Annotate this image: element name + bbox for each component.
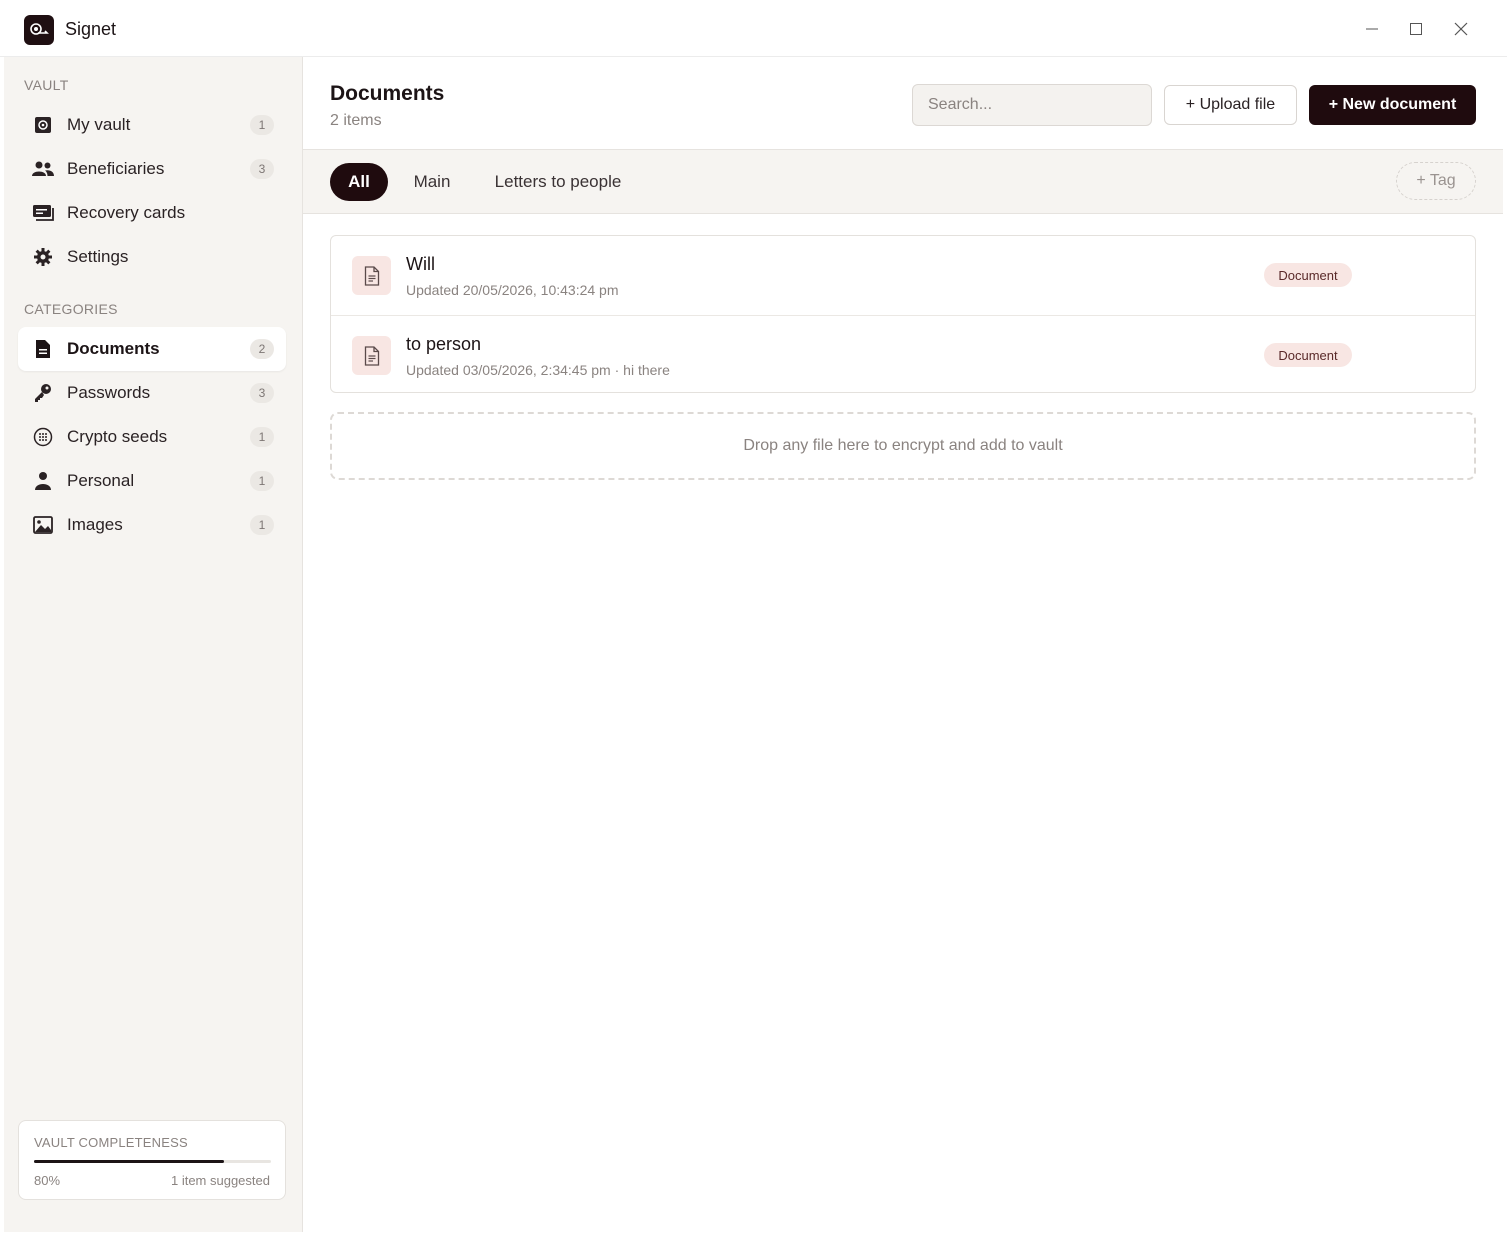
cards-icon bbox=[32, 202, 54, 224]
document-list: Will Updated 20/05/2026, 10:43:24 pm Doc… bbox=[330, 235, 1476, 393]
sidebar-item-label: Settings bbox=[67, 247, 129, 266]
completeness-percent: 80% bbox=[34, 1173, 61, 1188]
tab-main[interactable]: Main bbox=[402, 163, 462, 201]
upload-file-button[interactable]: + Upload file bbox=[1164, 85, 1297, 125]
title-bar: Signet bbox=[0, 0, 1507, 57]
sidebar-item-personal[interactable]: Personal 1 bbox=[18, 459, 286, 503]
completeness-suggestion[interactable]: 1 item suggested bbox=[171, 1173, 270, 1188]
file-dropzone[interactable]: Drop any file here to encrypt and add to… bbox=[330, 412, 1476, 480]
document-meta: Updated 20/05/2026, 10:43:24 pm bbox=[406, 282, 619, 298]
categories-section-label: CATEGORIES bbox=[24, 301, 118, 317]
sidebar-item-label: Crypto seeds bbox=[67, 427, 168, 446]
page-title: Documents bbox=[330, 82, 445, 105]
item-count: 2 items bbox=[330, 112, 382, 129]
app-title: Signet bbox=[65, 19, 117, 39]
document-file-icon bbox=[352, 336, 391, 375]
sidebar-item-images[interactable]: Images 1 bbox=[18, 503, 286, 547]
list-item[interactable]: Will Updated 20/05/2026, 10:43:24 pm Doc… bbox=[331, 236, 1475, 315]
vault-completeness-card: VAULT COMPLETENESS 80% 1 item suggested bbox=[18, 1120, 286, 1200]
tab-all[interactable]: All bbox=[330, 163, 388, 201]
document-title: to person bbox=[406, 334, 482, 354]
sidebar-item-settings[interactable]: Settings bbox=[18, 235, 286, 279]
sidebar-item-label: Personal bbox=[67, 471, 135, 490]
completeness-progress-bar bbox=[34, 1160, 271, 1163]
count-badge: 1 bbox=[250, 515, 274, 535]
document-meta: Updated 03/05/2026, 2:34:45 pm · hi ther… bbox=[406, 362, 670, 378]
count-badge: 1 bbox=[250, 427, 274, 447]
people-icon bbox=[32, 158, 54, 180]
document-type-badge: Document bbox=[1264, 343, 1352, 367]
sidebar-item-label: My vault bbox=[67, 115, 131, 134]
gear-icon bbox=[32, 246, 54, 268]
key-icon bbox=[32, 382, 54, 404]
tab-letters-to-people[interactable]: Letters to people bbox=[484, 163, 632, 201]
sidebar-item-label: Beneficiaries bbox=[67, 159, 165, 178]
vault-icon bbox=[32, 114, 54, 136]
maximize-icon[interactable] bbox=[1401, 14, 1431, 44]
seed-grid-icon bbox=[32, 426, 54, 448]
sidebar-item-passwords[interactable]: Passwords 3 bbox=[18, 371, 286, 415]
sidebar-item-label: Documents bbox=[67, 339, 160, 358]
sidebar-item-label: Passwords bbox=[67, 383, 151, 402]
count-badge: 1 bbox=[250, 471, 274, 491]
sidebar-item-my-vault[interactable]: My vault 1 bbox=[18, 103, 286, 147]
vault-section-label: VAULT bbox=[24, 77, 69, 93]
sidebar-item-label: Images bbox=[67, 515, 123, 534]
count-badge: 2 bbox=[250, 339, 274, 359]
image-icon bbox=[32, 514, 54, 536]
document-icon bbox=[32, 338, 54, 360]
count-badge: 1 bbox=[250, 115, 274, 135]
sidebar-item-documents[interactable]: Documents 2 bbox=[18, 327, 286, 371]
completeness-title: VAULT COMPLETENESS bbox=[34, 1135, 188, 1150]
document-title: Will bbox=[406, 254, 435, 274]
sidebar: VAULT My vault 1 Beneficiaries 3 Recover… bbox=[4, 57, 303, 1232]
count-badge: 3 bbox=[250, 383, 274, 403]
completeness-progress-fill bbox=[34, 1160, 224, 1163]
person-icon bbox=[32, 470, 54, 492]
sidebar-item-crypto-seeds[interactable]: Crypto seeds 1 bbox=[18, 415, 286, 459]
main-content: Documents 2 items + Upload file + New do… bbox=[303, 57, 1503, 1232]
close-icon[interactable] bbox=[1446, 14, 1476, 44]
add-tag-button[interactable]: + Tag bbox=[1396, 162, 1476, 200]
new-document-button[interactable]: + New document bbox=[1309, 85, 1476, 125]
minimize-icon[interactable] bbox=[1357, 14, 1387, 44]
count-badge: 3 bbox=[250, 159, 274, 179]
sidebar-item-label: Recovery cards bbox=[67, 203, 186, 222]
sidebar-item-recovery-cards[interactable]: Recovery cards bbox=[18, 191, 286, 235]
document-type-badge: Document bbox=[1264, 263, 1352, 287]
list-item[interactable]: to person Updated 03/05/2026, 2:34:45 pm… bbox=[331, 315, 1475, 392]
sidebar-item-beneficiaries[interactable]: Beneficiaries 3 bbox=[18, 147, 286, 191]
document-file-icon bbox=[352, 256, 391, 295]
search-input[interactable] bbox=[912, 84, 1152, 126]
tag-filter-bar: All Main Letters to people + Tag bbox=[303, 149, 1503, 214]
app-logo-icon bbox=[24, 15, 54, 45]
